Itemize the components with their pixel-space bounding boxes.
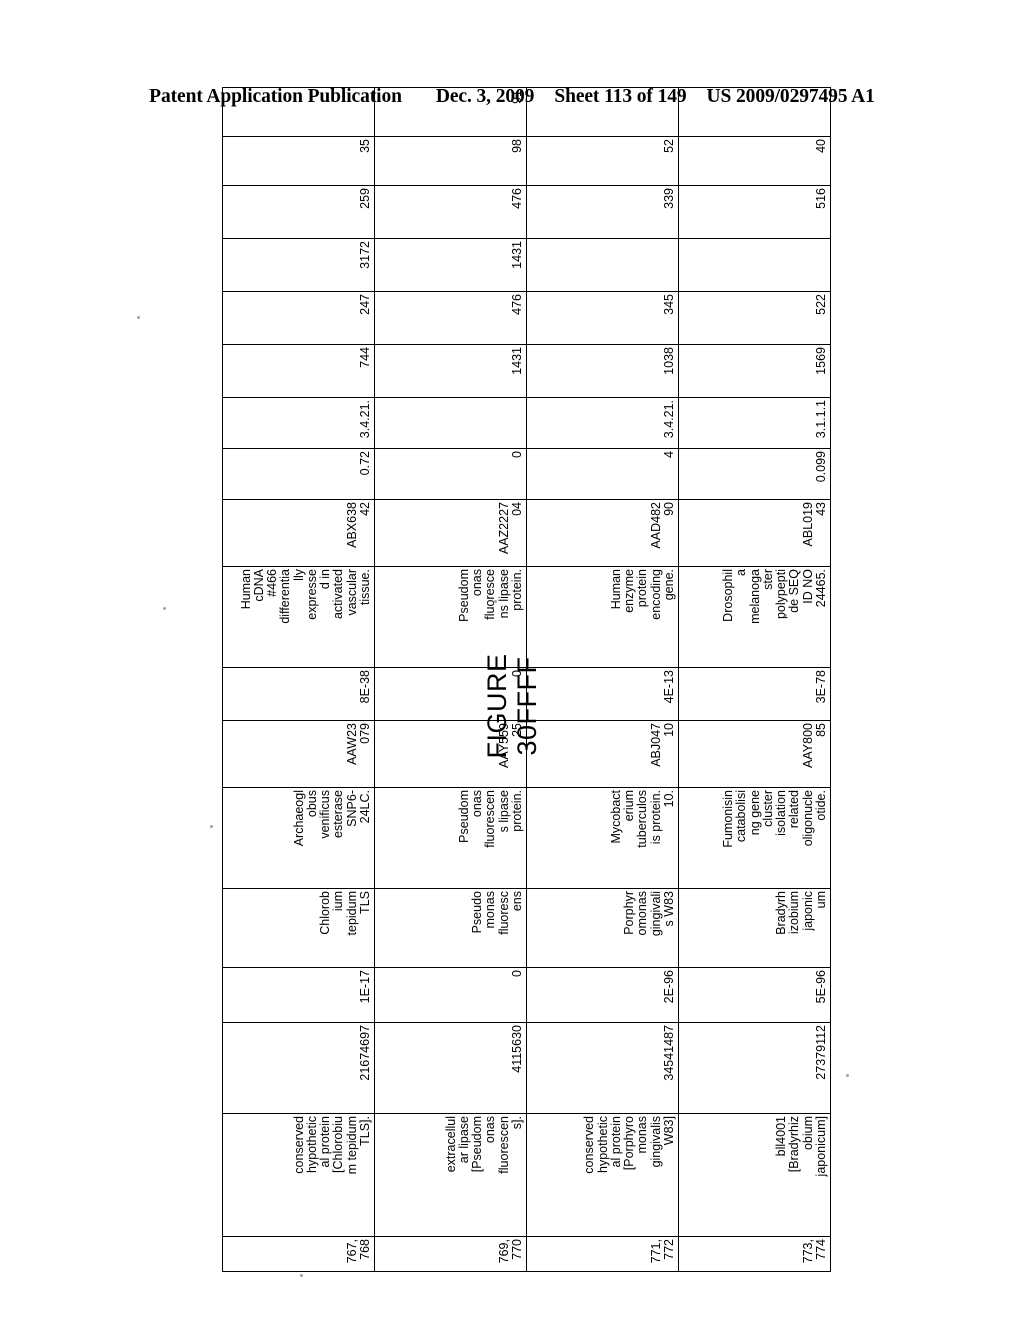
cell-seq: 767, 768 [222,1236,375,1272]
print-speck [300,1274,303,1277]
cell-gi: 34541487 [526,1022,679,1114]
cell-n5: 40 [678,136,831,186]
cell-organism: Porphyr omonas gingivali s W83 [526,888,679,968]
cell-name: conserved hypothetic al protein [Chlorob… [222,1113,375,1237]
cell-n6 [526,87,679,137]
cell-ec: 3.1.1.1 [678,397,831,449]
cell-organism: Bradyrh izobium japonic um [678,888,831,968]
cell-seq: 771, 772 [526,1236,679,1272]
cell-acc2: AAY800 85 [678,720,831,788]
figure-stage: 767, 768 conserved hypothetic al protein… [0,0,1024,1320]
cell-n4: 476 [374,185,527,239]
cell-acc3: ABL019 43 [678,499,831,567]
cell-n1: 1431 [374,344,527,398]
cell-n4: 339 [526,185,679,239]
cell-n5: 98 [374,136,527,186]
print-speck [846,1074,849,1077]
cell-score: 0.099 [678,448,831,500]
cell-n6 [222,87,375,137]
cell-gi: 21674697 [222,1022,375,1114]
cell-name: conserved hypothetic al protein [Porphyr… [526,1113,679,1237]
cell-evalue1: 2E-96 [526,967,679,1023]
cell-n2: 522 [678,291,831,345]
cell-n4: 516 [678,185,831,239]
cell-name: extracellul ar lipase [Pseudom onas fluo… [374,1113,527,1237]
table-row: 771, 772 conserved hypothetic al protein… [526,87,679,1272]
cell-name: bll4001 [Bradyrhiz obium japonicum] [678,1113,831,1237]
cell-n2: 476 [374,291,527,345]
cell-acc2: AAW23 079 [222,720,375,788]
cell-desc2: Fumonisin catabolisi ng gene cluster iso… [678,787,831,889]
cell-n3 [526,238,679,292]
cell-evalue1: 5E-96 [678,967,831,1023]
cell-desc2: Pseudom onas fluorescen s lipase protein… [374,787,527,889]
figure-caption: FIGURE 30FFFF [482,653,542,758]
print-speck [163,607,166,610]
cell-n6 [678,87,831,137]
cell-evalue2: 3E-78 [678,667,831,721]
cell-organism: Chlorob ium tepidum TLS [222,888,375,968]
cell-evalue2: 4E-13 [526,667,679,721]
cell-score: 0.72 [222,448,375,500]
cell-n6: 91 [374,87,527,137]
cell-organism: Pseudo monas fluoresc ens [374,888,527,968]
cell-n2: 345 [526,291,679,345]
cell-evalue1: 1E-17 [222,967,375,1023]
cell-acc3: ABX638 42 [222,499,375,567]
cell-ec: 3.4.21. [222,397,375,449]
print-speck [784,614,787,617]
cell-seq: 773, 774 [678,1236,831,1272]
cell-evalue1: 0 [374,967,527,1023]
table-row: 773, 774 bll4001 [Bradyrhiz obium japoni… [678,87,831,1272]
cell-ec [374,397,527,449]
cell-n1: 744 [222,344,375,398]
cell-score: 4 [526,448,679,500]
table-row: 767, 768 conserved hypothetic al protein… [222,87,375,1272]
cell-desc2: Archaeogl obus venificus esterase SNP6- … [222,787,375,889]
cell-gi: 4115630 [374,1022,527,1114]
figure-caption-line-1: FIGURE [481,653,512,759]
cell-desc3: Drosophil a melanoga ster polypepti de S… [678,566,831,668]
figure-caption-line-2: 30FFFF [512,656,542,756]
print-speck [494,600,497,603]
cell-n5: 35 [222,136,375,186]
cell-n4: 259 [222,185,375,239]
cell-acc3: AAD482 90 [526,499,679,567]
print-speck [137,316,140,319]
cell-desc3: Pseudom onas fluoresce ns lipase protein… [374,566,527,668]
cell-score: 0 [374,448,527,500]
cell-n2: 247 [222,291,375,345]
print-speck [210,825,213,828]
cell-desc3: Human enzyme protein encoding gene. [526,566,679,668]
cell-desc2: Mycobact erium tuberculos is protein. 10… [526,787,679,889]
cell-desc3: Human cDNA #466 differentia lly expresse… [222,566,375,668]
cell-n3: 3172 [222,238,375,292]
cell-ec: 3.4.21. [526,397,679,449]
cell-n1: 1569 [678,344,831,398]
cell-n1: 1038 [526,344,679,398]
cell-acc2: ABJ047 10 [526,720,679,788]
cell-evalue2: 8E-38 [222,667,375,721]
cell-n3: 1431 [374,238,527,292]
cell-acc3: AAZ2227 04 [374,499,527,567]
cell-n5: 52 [526,136,679,186]
cell-seq: 769, 770 [374,1236,527,1272]
cell-n3 [678,238,831,292]
cell-gi: 27379112 [678,1022,831,1114]
